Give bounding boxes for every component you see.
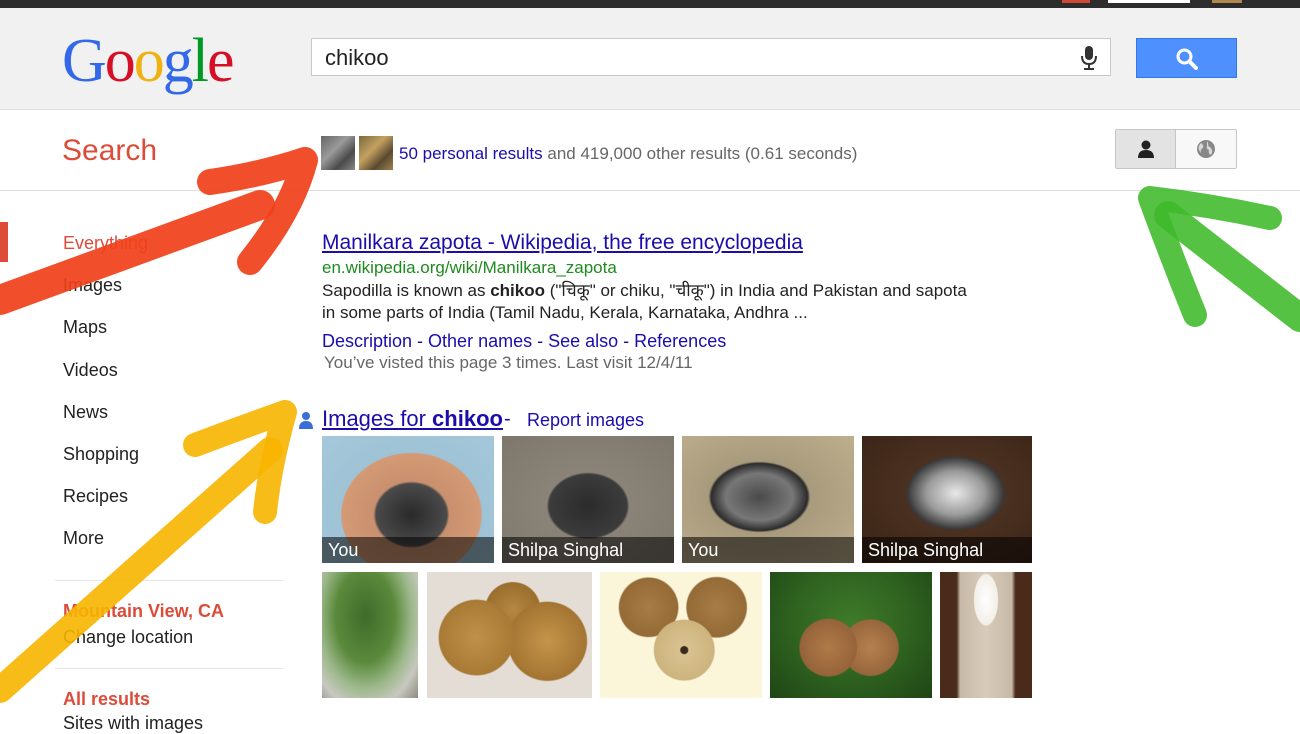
nav-item-news[interactable]: News [63, 402, 148, 444]
show-personal-results-button[interactable] [1116, 130, 1176, 168]
search-button[interactable] [1136, 38, 1237, 78]
left-nav: Everything Images Maps Videos News Shopp… [63, 233, 148, 571]
image-thumbnail[interactable]: You [682, 436, 854, 563]
images-dash: - [504, 408, 511, 430]
search-result: Manilkara zapota - Wikipedia, the free e… [322, 231, 1082, 373]
nav-item-everything[interactable]: Everything [63, 233, 148, 275]
images-for-link[interactable]: Images for chikoo [322, 406, 503, 432]
result-snippet: Sapodilla is known as chikoo ("चिकू" or … [322, 280, 1082, 324]
sitelink-other-names[interactable]: Other names [428, 331, 532, 351]
result-sitelinks: Description - Other names - See also - R… [322, 330, 1082, 352]
image-caption: Shilpa Singhal [862, 537, 1032, 563]
all-results-filter[interactable]: All results [63, 689, 150, 710]
report-images-link[interactable]: Report images [527, 410, 644, 431]
personal-results-toggle [1115, 129, 1237, 169]
personal-results-link[interactable]: 50 personal results [399, 144, 543, 163]
active-nav-indicator [0, 222, 8, 262]
nav-item-images[interactable]: Images [63, 275, 148, 317]
top-bar-share-box[interactable] [1108, 0, 1190, 3]
person-icon [299, 412, 313, 429]
search-box [311, 38, 1111, 76]
change-location-link[interactable]: Change location [63, 627, 193, 648]
sitelink-separator: - [618, 331, 635, 351]
sitelink-separator: - [412, 331, 429, 351]
results-stats: 50 personal results and 419,000 other re… [399, 144, 857, 164]
nav-divider [55, 668, 283, 669]
nav-item-more[interactable]: More [63, 528, 148, 570]
snippet-text: Sapodilla is known as [322, 281, 491, 300]
result-url: en.wikipedia.org/wiki/Manilkara_zapota [322, 258, 617, 277]
image-caption: You [322, 537, 494, 563]
search-icon [1176, 48, 1198, 70]
snippet-text: ("चिकू" or chiku, "चीकू") in India and P… [545, 281, 967, 300]
image-thumbnail[interactable]: Shilpa Singhal [862, 436, 1032, 563]
image-thumbnail[interactable] [427, 572, 592, 698]
sitelink-see-also[interactable]: See also [548, 331, 618, 351]
image-thumbnail[interactable] [940, 572, 1032, 698]
images-title-query: chikoo [432, 406, 503, 431]
top-bar-avatar[interactable] [1212, 0, 1242, 3]
nav-item-videos[interactable]: Videos [63, 360, 148, 402]
nav-item-maps[interactable]: Maps [63, 317, 148, 359]
search-section-label: Search [62, 134, 158, 167]
image-caption: Shilpa Singhal [502, 537, 674, 563]
result-title-link[interactable]: Manilkara zapota - Wikipedia, the free e… [322, 231, 1082, 255]
google-logo[interactable]: Google [62, 30, 235, 92]
location-title: Mountain View, CA [63, 601, 225, 621]
image-thumbnail[interactable] [600, 572, 762, 698]
image-thumbnail[interactable] [770, 572, 932, 698]
visited-note: You’ve visted this page 3 times. Last vi… [324, 353, 693, 372]
search-header: Google [0, 8, 1300, 110]
globe-icon [1197, 140, 1215, 158]
snippet-text: in some parts of India (Tamil Nadu, Kera… [322, 303, 808, 322]
results-subbar: Search 50 personal results and 419,000 o… [0, 110, 1300, 191]
snippet-highlight: chikoo [490, 281, 546, 300]
person-icon [1138, 140, 1154, 158]
hide-personal-results-button[interactable] [1176, 130, 1236, 168]
sitelink-references[interactable]: References [634, 331, 726, 351]
image-thumbnail[interactable] [322, 572, 418, 698]
top-bar-badge-red[interactable] [1062, 0, 1090, 3]
personal-result-avatar[interactable] [359, 136, 393, 170]
image-thumbnail[interactable]: Shilpa Singhal [502, 436, 674, 563]
image-thumbnail[interactable]: You [322, 436, 494, 563]
personal-result-avatar[interactable] [321, 136, 355, 170]
images-title-text: Images for [322, 406, 433, 431]
top-bar [0, 0, 1300, 8]
results-stats-rest: and 419,000 other results (0.61 seconds) [547, 144, 858, 163]
image-caption: You [682, 537, 854, 563]
nav-divider [55, 580, 283, 581]
sitelink-separator: - [532, 331, 549, 351]
nav-item-shopping[interactable]: Shopping [63, 444, 148, 486]
mic-icon[interactable] [1080, 45, 1098, 71]
sitelink-description[interactable]: Description [322, 331, 412, 351]
search-input[interactable] [323, 44, 1067, 72]
nav-item-recipes[interactable]: Recipes [63, 486, 148, 528]
